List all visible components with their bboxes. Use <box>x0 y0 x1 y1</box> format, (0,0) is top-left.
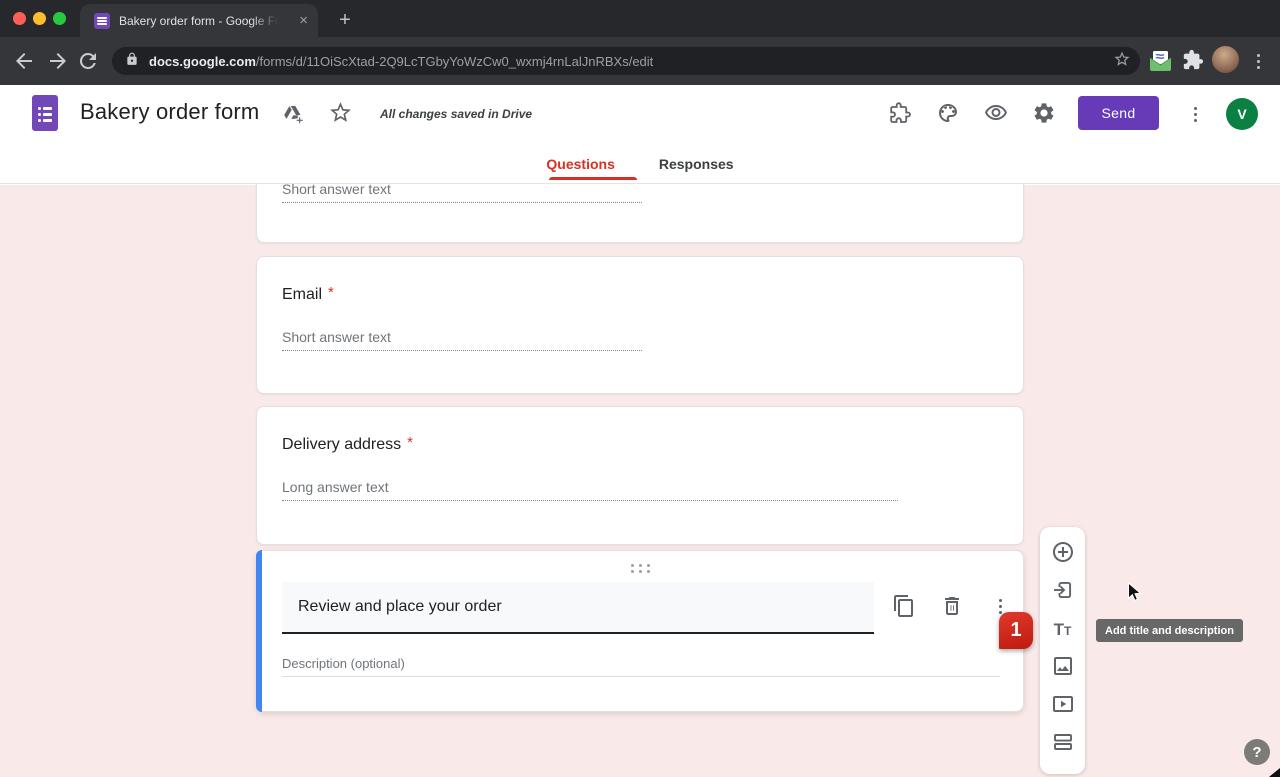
macos-zoom-button[interactable] <box>53 12 66 25</box>
question-title: Delivery address* <box>282 434 413 454</box>
move-to-folder-icon[interactable] <box>280 101 306 127</box>
active-tab-underline <box>549 177 637 180</box>
add-question-button[interactable] <box>1047 535 1079 573</box>
answer-placeholder: Short answer text <box>282 329 642 351</box>
add-ons-puzzle-icon[interactable] <box>888 101 914 127</box>
tab-title: Bakery order form - Google For <box>119 14 279 28</box>
browser-tab[interactable]: Bakery order form - Google For × <box>80 4 318 37</box>
add-video-button[interactable] <box>1047 687 1079 725</box>
tab-close-icon[interactable]: × <box>299 13 308 28</box>
preview-eye-icon[interactable] <box>984 101 1010 127</box>
question-card-delivery-address[interactable]: Delivery address* Long answer text <box>256 406 1024 545</box>
extensions-puzzle-icon[interactable] <box>1182 49 1208 75</box>
form-canvas: Short answer text Email* Short answer te… <box>0 185 1280 777</box>
bookmark-star-icon[interactable] <box>1113 50 1131 73</box>
more-options-icon[interactable] <box>1182 101 1208 127</box>
duplicate-icon[interactable] <box>892 594 916 618</box>
mail-extension-icon[interactable] <box>1148 50 1174 76</box>
account-avatar[interactable]: V <box>1226 98 1258 130</box>
screen: Bakery order form - Google For × + docs.… <box>0 0 1280 777</box>
answer-placeholder: Long answer text <box>282 479 898 501</box>
url-path: /forms/d/11OiScXtad-2Q9LcTGbyYoWzCw0_wxm… <box>256 54 653 69</box>
tooltip: Add title and description <box>1096 619 1243 642</box>
google-forms-doc-icon[interactable] <box>32 95 58 131</box>
answer-placeholder: Short answer text <box>282 181 642 203</box>
import-questions-button[interactable] <box>1047 573 1079 611</box>
forward-icon[interactable] <box>46 49 70 73</box>
question-title: Email* <box>282 284 334 304</box>
floating-toolbar: TT <box>1040 527 1085 774</box>
add-question-icon <box>1051 540 1075 569</box>
add-title-description-icon: TT <box>1054 620 1072 640</box>
add-section-button[interactable] <box>1047 725 1079 763</box>
import-questions-icon <box>1051 578 1075 607</box>
url-text: docs.google.com/forms/d/11OiScXtad-2Q9Lc… <box>149 54 653 69</box>
browser-toolbar: docs.google.com/forms/d/11OiScXtad-2Q9Lc… <box>0 37 1280 85</box>
delete-icon[interactable] <box>940 594 964 618</box>
secure-lock-icon[interactable] <box>125 52 139 71</box>
form-title[interactable]: Bakery order form <box>80 99 259 125</box>
new-tab-button[interactable]: + <box>331 6 359 34</box>
add-section-icon <box>1051 730 1075 759</box>
browser-profile-avatar[interactable] <box>1212 46 1239 73</box>
save-status[interactable]: All changes saved in Drive <box>380 107 532 121</box>
forms-header: Bakery order form All changes saved in D… <box>0 85 1280 184</box>
drag-handle-icon[interactable] <box>257 564 1023 567</box>
back-icon[interactable] <box>12 49 36 73</box>
annotation-step-badge: 1 <box>999 612 1033 649</box>
url-domain: docs.google.com <box>149 54 256 69</box>
macos-minimize-button[interactable] <box>33 12 46 25</box>
browser-tab-strip: Bakery order form - Google For × + <box>0 0 1280 37</box>
add-title-description-button[interactable]: TT <box>1047 611 1079 649</box>
help-button[interactable]: ? <box>1244 739 1270 765</box>
selection-accent-bar <box>256 550 262 712</box>
address-bar[interactable]: docs.google.com/forms/d/11OiScXtad-2Q9Lc… <box>112 47 1140 75</box>
required-asterisk: * <box>328 284 334 301</box>
customize-theme-palette-icon[interactable] <box>936 101 962 127</box>
star-form-icon[interactable] <box>328 100 354 126</box>
settings-gear-icon[interactable] <box>1032 101 1058 127</box>
add-image-button[interactable] <box>1047 649 1079 687</box>
mouse-cursor <box>1127 582 1145 608</box>
reload-icon[interactable] <box>76 49 100 73</box>
macos-close-button[interactable] <box>13 12 26 25</box>
question-card-partial[interactable]: Short answer text <box>256 184 1024 243</box>
selected-title-description-card[interactable]: 1 <box>256 550 1024 712</box>
add-image-icon <box>1051 654 1075 683</box>
section-title-input[interactable] <box>282 582 874 634</box>
tab-responses[interactable]: Responses <box>659 147 734 184</box>
add-video-icon <box>1051 692 1075 721</box>
send-button[interactable]: Send <box>1078 96 1159 130</box>
required-asterisk: * <box>407 434 413 451</box>
description-input[interactable] <box>282 651 1000 677</box>
question-card-email[interactable]: Email* Short answer text <box>256 256 1024 394</box>
form-nav-tabs: Questions Responses <box>0 147 1280 184</box>
google-forms-favicon-icon <box>94 13 110 29</box>
browser-menu-icon[interactable] <box>1246 49 1270 73</box>
